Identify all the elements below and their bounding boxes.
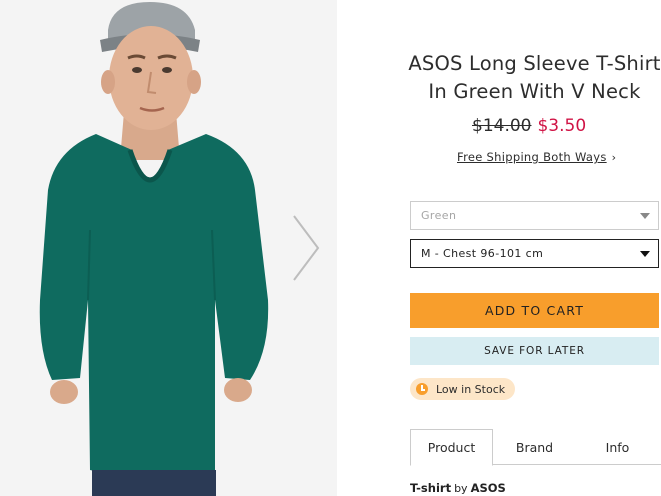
tab-brand[interactable]: Brand: [493, 429, 576, 465]
product-title-line-2: In Green With V Neck: [428, 80, 641, 103]
product-tabs: Product Brand Info: [410, 429, 661, 466]
product-title-line-1: ASOS Long Sleeve T-Shirt: [408, 52, 661, 75]
chevron-right-small-icon: ›: [611, 151, 617, 164]
colour-select[interactable]: Green: [410, 201, 659, 230]
size-select-value: M - Chest 96-101 cm: [421, 247, 544, 260]
colour-select-value: Green: [421, 209, 457, 222]
product-photo: [0, 0, 337, 496]
save-for-later-button[interactable]: SAVE FOR LATER: [410, 337, 659, 365]
clock-icon: [416, 383, 428, 395]
caret-down-icon: [640, 213, 650, 219]
by-text: by: [454, 482, 468, 495]
stock-label: Low in Stock: [436, 382, 506, 396]
price-row: $14.00 $3.50: [472, 116, 586, 136]
product-title: ASOS Long Sleeve T-Shirt In Green With V…: [337, 50, 661, 106]
product-description: T-shirt by ASOS: [410, 481, 506, 495]
stock-badge: Low in Stock: [410, 378, 516, 400]
tab-info[interactable]: Info: [576, 429, 659, 465]
caret-down-icon: [640, 251, 650, 257]
product-type: T-shirt: [410, 481, 452, 495]
add-to-cart-button[interactable]: ADD TO CART: [410, 293, 659, 328]
shipping-info: Free Shipping Both Ways ›: [457, 150, 616, 164]
chevron-right-icon[interactable]: [290, 212, 324, 284]
size-select[interactable]: M - Chest 96-101 cm: [410, 239, 659, 268]
free-shipping-link[interactable]: Free Shipping Both Ways: [457, 150, 607, 164]
sale-price: $3.50: [537, 116, 587, 136]
tab-product[interactable]: Product: [410, 429, 493, 466]
original-price: $14.00: [472, 116, 532, 136]
product-image[interactable]: [0, 0, 337, 496]
brand-name[interactable]: ASOS: [471, 481, 506, 495]
